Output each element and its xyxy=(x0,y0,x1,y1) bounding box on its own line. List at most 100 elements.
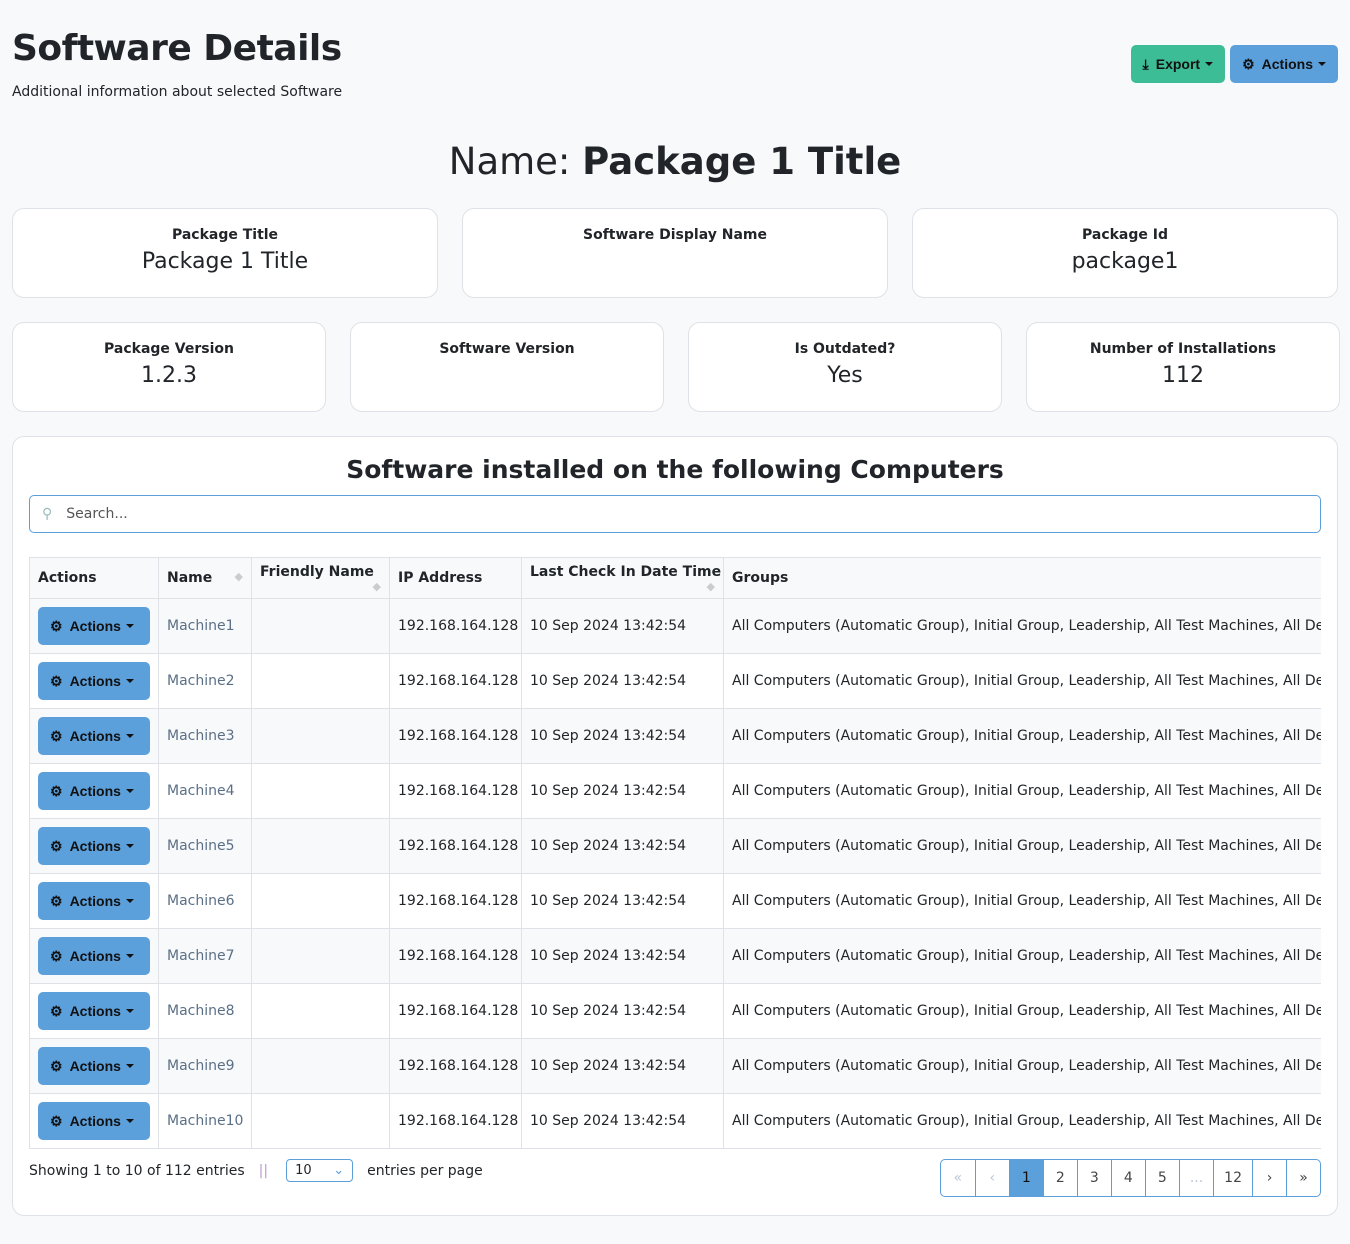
groups: All Computers (Automatic Group), Initial… xyxy=(723,983,1321,1039)
card-value: package1 xyxy=(1071,249,1179,274)
page-button[interactable]: › xyxy=(1252,1160,1286,1196)
computers-table: Actions Name ◆ Friendly Name ◆ IP Address Last… xyxy=(29,557,1321,1149)
machine-name-link[interactable]: Machine5 xyxy=(158,818,252,874)
last-check-in: 10 Sep 2024 13:42:54 xyxy=(521,1093,724,1149)
machine-name-link[interactable]: Machine8 xyxy=(158,983,252,1039)
friendly-name xyxy=(251,1093,390,1149)
page-button[interactable]: ... xyxy=(1178,1160,1213,1196)
gear-icon: ⚙ xyxy=(50,672,63,689)
row-actions-button[interactable]: ⚙ Actions xyxy=(38,882,150,920)
ip-address: 192.168.164.128 xyxy=(389,653,522,709)
machine-name-link[interactable]: Machine6 xyxy=(158,873,252,929)
page-button[interactable]: 5 xyxy=(1144,1160,1179,1196)
page-button[interactable]: » xyxy=(1286,1160,1320,1196)
chevron-down-icon: ⌄ xyxy=(333,1163,345,1178)
friendly-name xyxy=(251,1038,390,1094)
page-subtitle: Additional information about selected So… xyxy=(12,84,343,100)
card-value: Package 1 Title xyxy=(141,249,309,274)
row-actions-button[interactable]: ⚙ Actions xyxy=(38,1047,150,1085)
gear-icon: ⚙ xyxy=(50,837,63,854)
gear-icon: ⚙ xyxy=(50,617,63,634)
page-button[interactable]: 4 xyxy=(1110,1160,1145,1196)
page-button[interactable]: ‹ xyxy=(974,1160,1009,1196)
panel-title: Software installed on the following Comp… xyxy=(346,455,1004,484)
machine-name-link[interactable]: Machine7 xyxy=(158,928,252,984)
column-header[interactable]: Friendly Name ◆ xyxy=(251,557,390,599)
machine-name-link[interactable]: Machine10 xyxy=(158,1093,252,1149)
table-row: ⚙ Actions Machine9 192.168.164.128 10 Sep… xyxy=(29,1038,1321,1094)
gear-icon: ⚙ xyxy=(50,1002,63,1019)
card-value: 1.2.3 xyxy=(141,363,197,388)
row-actions-button[interactable]: ⚙ Actions xyxy=(38,1102,150,1140)
caret-down-icon xyxy=(125,844,134,848)
column-header: IP Address xyxy=(389,557,522,599)
table-row: ⚙ Actions Machine4 192.168.164.128 10 Sep… xyxy=(29,763,1321,819)
column-header[interactable]: Last Check In Date Time ◆ xyxy=(521,557,724,599)
row-actions-button[interactable]: ⚙ Actions xyxy=(38,827,150,865)
sort-icon: ◆ xyxy=(234,570,243,583)
friendly-name xyxy=(251,763,390,819)
sort-icon: ◆ xyxy=(706,579,715,593)
software-name-heading: Name: Package 1 Title xyxy=(448,140,902,183)
gear-icon: ⚙ xyxy=(50,1112,63,1129)
page-button[interactable]: « xyxy=(941,1160,975,1196)
machine-name-link[interactable]: Machine4 xyxy=(158,763,252,819)
column-header[interactable]: Name ◆ xyxy=(158,557,252,599)
card-value: Yes xyxy=(827,363,863,388)
friendly-name xyxy=(251,653,390,709)
machine-name-link[interactable]: Machine1 xyxy=(158,598,252,654)
caret-down-icon xyxy=(125,734,134,738)
row-actions-button[interactable]: ⚙ Actions xyxy=(38,607,150,645)
table-row: ⚙ Actions Machine10 192.168.164.128 10 Se… xyxy=(29,1093,1321,1149)
row-actions-button[interactable]: ⚙ Actions xyxy=(38,992,150,1030)
friendly-name xyxy=(251,708,390,764)
last-check-in: 10 Sep 2024 13:42:54 xyxy=(521,873,724,929)
page-button[interactable]: 1 xyxy=(1008,1160,1043,1196)
table-row: ⚙ Actions Machine6 192.168.164.128 10 Sep… xyxy=(29,873,1321,929)
actions-button[interactable]: ⚙ Actions xyxy=(1230,45,1338,83)
caret-down-icon xyxy=(125,1064,134,1068)
row-actions-button[interactable]: ⚙ Actions xyxy=(38,717,150,755)
last-check-in: 10 Sep 2024 13:42:54 xyxy=(521,928,724,984)
groups: All Computers (Automatic Group), Initial… xyxy=(723,818,1321,874)
row-actions-button[interactable]: ⚙ Actions xyxy=(38,662,150,700)
groups: All Computers (Automatic Group), Initial… xyxy=(723,1038,1321,1094)
ip-address: 192.168.164.128 xyxy=(389,1093,522,1149)
last-check-in: 10 Sep 2024 13:42:54 xyxy=(521,983,724,1039)
pagination: «‹ 1 2 3 4 5... 12 ›» xyxy=(939,1159,1321,1197)
page-button[interactable]: 2 xyxy=(1042,1160,1077,1196)
page-button[interactable]: 3 xyxy=(1076,1160,1111,1196)
last-check-in: 10 Sep 2024 13:42:54 xyxy=(521,598,724,654)
info-card: Number of Installations 112 xyxy=(1026,322,1340,412)
table-row: ⚙ Actions Machine8 192.168.164.128 10 Sep… xyxy=(29,983,1321,1039)
groups: All Computers (Automatic Group), Initial… xyxy=(723,873,1321,929)
machine-name-link[interactable]: Machine2 xyxy=(158,653,252,709)
row-actions-button[interactable]: ⚙ Actions xyxy=(38,937,150,975)
info-card: Software Version xyxy=(350,322,664,412)
per-page-select[interactable]: 10 ⌄ xyxy=(286,1159,354,1182)
ip-address: 192.168.164.128 xyxy=(389,763,522,819)
computers-panel: Software installed on the following Comp… xyxy=(12,436,1338,1216)
column-header: Groups xyxy=(723,557,1321,599)
info-card: Is Outdated? Yes xyxy=(688,322,1002,412)
row-actions-button[interactable]: ⚙ Actions xyxy=(38,772,150,810)
table-row: ⚙ Actions Machine3 192.168.164.128 10 Sep… xyxy=(29,708,1321,764)
friendly-name xyxy=(251,873,390,929)
groups: All Computers (Automatic Group), Initial… xyxy=(723,708,1321,764)
gear-icon: ⚙ xyxy=(50,892,63,909)
page-button[interactable]: 12 xyxy=(1213,1160,1252,1196)
search-input[interactable]: ⚲ Search... xyxy=(29,495,1321,533)
last-check-in: 10 Sep 2024 13:42:54 xyxy=(521,763,724,819)
info-card: Package Version 1.2.3 xyxy=(12,322,326,412)
ip-address: 192.168.164.128 xyxy=(389,983,522,1039)
gear-icon: ⚙ xyxy=(50,782,63,799)
groups: All Computers (Automatic Group), Initial… xyxy=(723,763,1321,819)
machine-name-link[interactable]: Machine3 xyxy=(158,708,252,764)
gear-icon: ⚙ xyxy=(50,947,63,964)
friendly-name xyxy=(251,983,390,1039)
column-header: Actions xyxy=(29,557,159,599)
machine-name-link[interactable]: Machine9 xyxy=(158,1038,252,1094)
table-row: ⚙ Actions Machine1 192.168.164.128 10 Sep… xyxy=(29,598,1321,654)
export-button[interactable]: ⤓ Export xyxy=(1130,45,1226,83)
ip-address: 192.168.164.128 xyxy=(389,598,522,654)
